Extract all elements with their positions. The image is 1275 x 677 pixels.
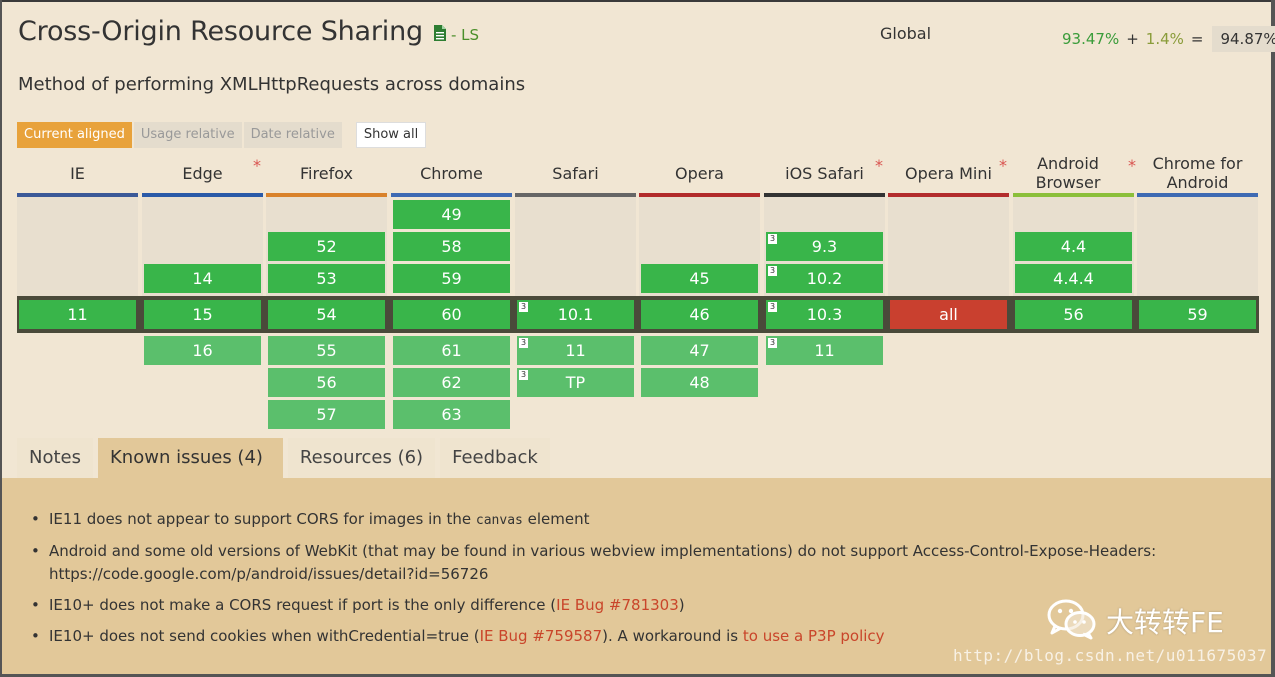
- future-version-cell[interactable]: 56: [268, 368, 385, 397]
- current-version-cell[interactable]: 46: [641, 300, 758, 329]
- version-cell[interactable]: 4.4: [1015, 232, 1132, 261]
- current-version-cell[interactable]: 54: [268, 300, 385, 329]
- note-marker: 3: [519, 338, 528, 348]
- usage-partial-support: 1.4%: [1145, 30, 1184, 48]
- wechat-account-name: 大转转FE: [1106, 606, 1224, 639]
- browser-note-asterisk: *: [999, 156, 1007, 175]
- browser-header-chrome: Chrome: [420, 164, 483, 183]
- browser-underline-chrome: [391, 193, 512, 197]
- current-version-cell[interactable]: 60: [393, 300, 510, 329]
- current-version-cell[interactable]: 15: [144, 300, 261, 329]
- feature-description: Method of performing XMLHttpRequests acr…: [18, 74, 526, 95]
- future-version-cell[interactable]: 55: [268, 336, 385, 365]
- current-version-cell[interactable]: 59: [1139, 300, 1256, 329]
- browser-note-asterisk: *: [253, 156, 261, 175]
- usage-plus-sign: +: [1126, 30, 1139, 48]
- browser-header-firefox: Firefox: [300, 164, 353, 183]
- browser-note-asterisk: *: [875, 156, 883, 175]
- list-item: Android and some old versions of WebKit …: [31, 540, 1231, 586]
- window-frame-right: [1271, 0, 1275, 677]
- future-version-cell[interactable]: 61: [393, 336, 510, 365]
- tab-known-issues[interactable]: Known issues (4): [98, 438, 283, 478]
- mode-date-relative-button[interactable]: Date relative: [243, 122, 342, 148]
- spec-status-link[interactable]: - LS: [451, 26, 479, 44]
- column-bg-opera-mini: [888, 197, 1009, 296]
- browser-header-edge: Edge *: [182, 156, 261, 183]
- view-mode-toggles: Current aligned Usage relative Date rela…: [17, 122, 428, 148]
- show-all-button[interactable]: Show all: [355, 122, 427, 148]
- browser-header-safari: Safari: [552, 164, 599, 183]
- browser-header-ios-safari: iOS Safari *: [785, 156, 883, 183]
- version-cell[interactable]: 45: [641, 264, 758, 293]
- tab-resources[interactable]: Resources (6): [287, 438, 436, 478]
- tab-feedback[interactable]: Feedback: [440, 438, 550, 478]
- version-cell[interactable]: 3 9.3: [766, 232, 883, 261]
- ie-bug-759587-link[interactable]: IE Bug #759587: [480, 627, 603, 645]
- note-marker: 3: [768, 234, 777, 244]
- version-cell[interactable]: 53: [268, 264, 385, 293]
- future-version-cell[interactable]: 16: [144, 336, 261, 365]
- version-cell[interactable]: 59: [393, 264, 510, 293]
- version-cell[interactable]: 58: [393, 232, 510, 261]
- ie-bug-781303-link[interactable]: IE Bug #781303: [556, 596, 679, 614]
- current-version-cell[interactable]: 11: [19, 300, 136, 329]
- note-marker: 3: [768, 338, 777, 348]
- future-version-cell[interactable]: 62: [393, 368, 510, 397]
- note-marker: 3: [768, 266, 777, 276]
- browser-header-chrome-android: Chrome for Android: [1152, 154, 1243, 192]
- note-marker: 3: [519, 370, 528, 380]
- browser-header-ie: IE: [70, 164, 85, 183]
- usage-equals-sign: =: [1190, 30, 1204, 48]
- current-version-cell[interactable]: 56: [1015, 300, 1132, 329]
- usage-full-support: 93.47%: [1062, 30, 1120, 48]
- version-cell[interactable]: 3 10.2: [766, 264, 883, 293]
- column-bg-ie: [17, 197, 138, 296]
- current-version-cell[interactable]: 3 10.3: [766, 300, 883, 329]
- usage-scope-label[interactable]: Global: [880, 24, 931, 43]
- current-version-cell[interactable]: all: [890, 300, 1007, 329]
- feature-title: Cross-Origin Resource Sharing: [18, 16, 423, 47]
- browser-header-opera: Opera: [675, 164, 724, 183]
- feature-title-row: Cross-Origin Resource Sharing - LS: [18, 16, 479, 47]
- browser-header-opera-mini: Opera Mini *: [905, 156, 1007, 183]
- info-tabs: Notes Known issues (4) Resources (6) Fee…: [17, 438, 555, 478]
- future-version-cell[interactable]: 57: [268, 400, 385, 429]
- browser-header-android: Android Browser *: [1035, 154, 1136, 192]
- window-frame-top: [0, 0, 1275, 2]
- blog-watermark: http://blog.csdn.net/u011675037: [953, 646, 1268, 665]
- usage-stats: 93.47% + 1.4% = 94.87%: [1062, 26, 1275, 52]
- note-marker: 3: [519, 302, 528, 312]
- future-version-cell[interactable]: 48: [641, 368, 758, 397]
- wechat-overlay: 大转转FE: [1046, 598, 1224, 644]
- version-cell[interactable]: 49: [393, 200, 510, 229]
- column-bg-chrome-android: [1137, 197, 1258, 296]
- future-version-cell[interactable]: 63: [393, 400, 510, 429]
- mode-current-aligned-button[interactable]: Current aligned: [17, 122, 132, 148]
- list-item: IE11 does not appear to support CORS for…: [31, 508, 1231, 532]
- usage-total: 94.87%: [1212, 26, 1275, 52]
- future-version-cell[interactable]: 3 TP: [517, 368, 634, 397]
- version-cell[interactable]: 4.4.4: [1015, 264, 1132, 293]
- mode-usage-relative-button[interactable]: Usage relative: [133, 122, 242, 148]
- browser-note-asterisk: *: [1128, 156, 1136, 175]
- future-version-cell[interactable]: 47: [641, 336, 758, 365]
- spec-document-icon[interactable]: [433, 24, 447, 42]
- wechat-icon: [1046, 598, 1098, 644]
- future-version-cell[interactable]: 3 11: [766, 336, 883, 365]
- p3p-policy-link[interactable]: to use a P3P policy: [743, 627, 885, 645]
- note-marker: 3: [768, 302, 777, 312]
- column-bg-safari: [515, 197, 636, 296]
- version-cell[interactable]: 14: [144, 264, 261, 293]
- code-snippet: canvas: [475, 513, 523, 528]
- tab-notes[interactable]: Notes: [17, 438, 93, 478]
- current-version-cell[interactable]: 3 10.1: [517, 300, 634, 329]
- version-cell[interactable]: 52: [268, 232, 385, 261]
- future-version-cell[interactable]: 3 11: [517, 336, 634, 365]
